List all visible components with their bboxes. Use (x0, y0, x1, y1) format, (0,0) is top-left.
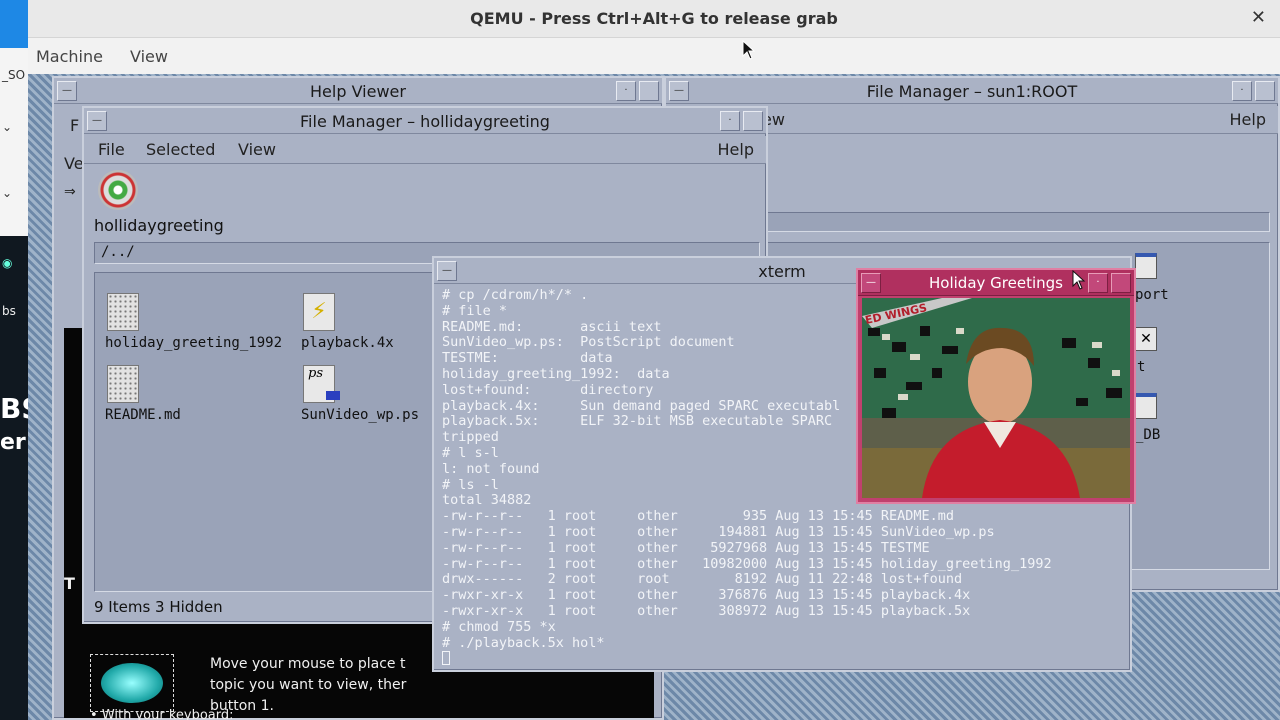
executable-icon: ⚡ (303, 293, 335, 331)
host-strip-icon: ◉ (2, 256, 13, 270)
qemu-titlebar: QEMU - Press Ctrl+Alt+G to release grab … (28, 0, 1280, 38)
host-strip-chevron-icon: ⌄ (2, 186, 13, 200)
fm-status-bar: 9 Items 3 Hidden (94, 598, 223, 616)
terminal-line: -rwxr-xr-x 1 root other 308972 Aug 13 15… (442, 602, 971, 619)
fm-menu-view[interactable]: View (238, 140, 276, 159)
file-item[interactable]: ⚡ playback.4x (301, 293, 394, 351)
postscript-icon: ps (303, 365, 340, 403)
host-strip-text: BS (0, 392, 28, 425)
video-frame: ED WINGS (862, 298, 1130, 498)
mouse-pointer-icon (742, 40, 756, 60)
minimize-icon[interactable]: · (616, 81, 636, 101)
file-item[interactable]: ps SunVideo_wp.ps (301, 365, 419, 423)
terminal-line: -rw-r--r-- 1 root other 935 Aug 13 15:45… (442, 508, 955, 525)
file-name: holiday_greeting_1992 (105, 335, 283, 351)
file-name: README.md (105, 407, 181, 423)
terminal-line: -rw-r--r-- 1 root other 10982000 Aug 13 … (442, 555, 1052, 572)
fm-root-title: File Manager – sun1:ROOT (866, 82, 1078, 101)
host-strip-text: er (0, 430, 26, 455)
terminal-prompt-line (442, 651, 1124, 666)
fm-root-path-field[interactable] (762, 212, 1270, 232)
terminal-line: drwx------ 2 root root 8192 Aug 11 22:48… (442, 571, 963, 588)
host-strip-text: bs (2, 304, 16, 318)
help-arrow-icon: ⇒ (64, 184, 76, 200)
file-name: SunVideo_wp.ps (301, 407, 420, 423)
file-name: playback.4x (301, 335, 394, 351)
text-file-icon (107, 365, 139, 403)
video-scene-image: ED WINGS (862, 298, 1130, 498)
fm-root-titlebar[interactable]: — File Manager – sun1:ROOT · (666, 78, 1278, 104)
fm-root-item-label[interactable]: port (1135, 287, 1169, 303)
host-strip-chevron-icon: ⌄ (2, 120, 13, 134)
data-file-icon (107, 293, 139, 331)
mouse-illustration-icon (90, 654, 174, 712)
fm-root-item-label[interactable]: t (1137, 359, 1145, 375)
maximize-icon[interactable] (1111, 273, 1131, 293)
path-text: /../ (101, 244, 135, 260)
terminal-line: -rw-r--r-- 1 root other 194881 Aug 13 15… (442, 523, 995, 540)
help-partial-text: T (64, 574, 75, 593)
host-background-app-strip: _SO ⌄ ⌄ ◉ bs BS er (0, 0, 28, 720)
help-menu-file[interactable]: F (70, 116, 79, 135)
help-body-line: topic you want to view, ther (210, 677, 407, 693)
fm-root-item-label[interactable]: _DB (1135, 427, 1160, 443)
folder-name-label: hollidaygreeting (94, 216, 224, 235)
minimize-icon[interactable]: · (720, 111, 740, 131)
fm-menu-file[interactable]: File (98, 140, 125, 159)
close-icon[interactable]: ✕ (1251, 7, 1266, 28)
cdrom-icon[interactable] (98, 170, 138, 210)
holiday-greetings-window: — Holiday Greetings · ED WINGS (856, 268, 1136, 504)
fm-menu-selected[interactable]: Selected (146, 140, 215, 159)
help-bullet-text: With your keyboard: (101, 708, 234, 720)
help-bullet-item: • With your keyboard: (90, 708, 234, 720)
menu-machine[interactable]: Machine (36, 47, 103, 66)
terminal-line: -rw-r--r-- 1 root other 5927968 Aug 13 1… (442, 539, 930, 556)
menu-view[interactable]: View (130, 47, 168, 66)
fm-holiday-title: File Manager – hollidaygreeting (300, 112, 550, 131)
guest-desktop: — Help Viewer · F Ve ⇒ c T Move your mou… (28, 74, 1280, 720)
holiday-titlebar[interactable]: — Holiday Greetings · (858, 270, 1134, 296)
folder-icon[interactable] (1135, 253, 1157, 279)
maximize-icon[interactable] (1255, 81, 1275, 101)
trash-icon[interactable]: ✕ (1135, 327, 1157, 351)
help-viewer-titlebar[interactable]: — Help Viewer · (54, 78, 662, 104)
file-item[interactable]: holiday_greeting_1992 (105, 293, 282, 351)
terminal-line: # ./playback.5x hol* (442, 634, 605, 651)
maximize-icon[interactable] (639, 81, 659, 101)
file-item[interactable]: README.md (105, 365, 181, 423)
fm-holiday-titlebar[interactable]: — File Manager – hollidaygreeting · (84, 108, 766, 134)
minimize-icon[interactable]: · (1088, 273, 1108, 293)
maximize-icon[interactable] (743, 111, 763, 131)
qemu-menubar: Machine View (28, 38, 1280, 74)
mouse-pointer-icon (1072, 270, 1086, 290)
fm-holiday-menubar: File Selected View Help (84, 136, 766, 164)
host-app-blue-block (0, 0, 28, 48)
terminal-line: -rwxr-xr-x 1 root other 376876 Aug 13 15… (442, 587, 971, 604)
qemu-window-title: QEMU - Press Ctrl+Alt+G to release grab (470, 9, 838, 28)
minimize-icon[interactable]: · (1232, 81, 1252, 101)
fm-menu-help[interactable]: Help (718, 140, 754, 159)
fm-root-menu-help[interactable]: Help (1230, 110, 1266, 129)
help-viewer-title: Help Viewer (310, 82, 406, 101)
database-icon[interactable] (1135, 393, 1157, 419)
help-menu-view[interactable]: Ve (64, 154, 84, 173)
help-body-line: Move your mouse to place t (210, 656, 406, 672)
host-strip-text: _SO (2, 68, 26, 82)
terminal-line: # chmod 755 *x (442, 618, 556, 635)
terminal-cursor (442, 651, 450, 666)
